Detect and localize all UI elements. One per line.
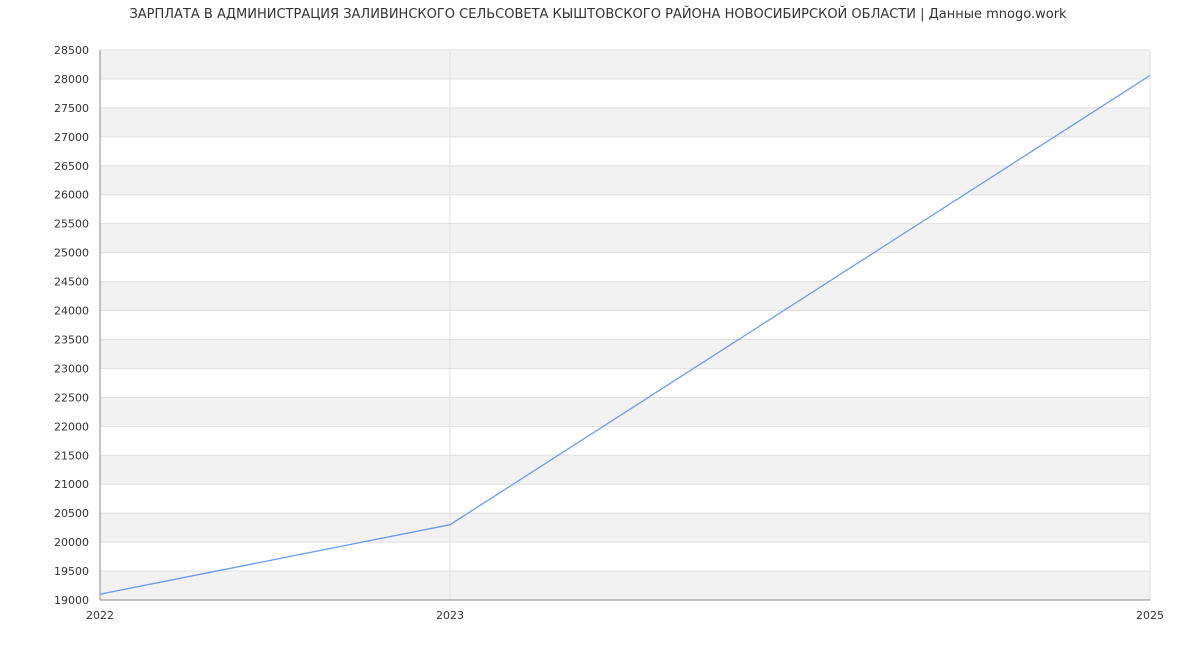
band-10 bbox=[100, 281, 1150, 311]
y-tick-label-17: 27500 bbox=[54, 102, 89, 115]
band-2 bbox=[100, 513, 1150, 543]
y-tick-label-19: 28500 bbox=[54, 44, 89, 57]
y-tick-label-9: 23500 bbox=[54, 333, 89, 346]
y-tick-label-5: 21500 bbox=[54, 449, 89, 462]
band-18 bbox=[100, 50, 1150, 79]
y-tick-label-18: 28000 bbox=[54, 73, 89, 86]
y-tick-label-3: 20500 bbox=[54, 507, 89, 520]
y-axis-tick-labels: 19000 19500 20000 20500 21000 21500 22000 22500… bbox=[54, 44, 89, 607]
x-tick-label-2: 2025 bbox=[1136, 609, 1164, 622]
x-tick-label-1: 2023 bbox=[436, 609, 464, 622]
chart-title: ЗАРПЛАТА В АДМИНИСТРАЦИЯ ЗАЛИВИНСКОГО СЕ… bbox=[129, 6, 1067, 22]
y-tick-label-7: 22500 bbox=[54, 391, 89, 404]
band-8 bbox=[100, 339, 1150, 369]
y-tick-label-6: 22000 bbox=[54, 420, 89, 433]
y-tick-label-2: 20000 bbox=[54, 536, 89, 549]
band-0 bbox=[100, 571, 1150, 600]
band-4 bbox=[100, 455, 1150, 485]
y-tick-label-16: 27000 bbox=[54, 131, 89, 144]
y-tick-label-1: 19500 bbox=[54, 565, 89, 578]
band-12 bbox=[100, 223, 1150, 253]
x-tick-label-0: 2022 bbox=[86, 609, 114, 622]
background-bands bbox=[100, 50, 1150, 600]
y-tick-label-15: 26500 bbox=[54, 160, 89, 173]
y-tick-label-10: 24000 bbox=[54, 305, 89, 318]
salary-line-chart: ЗАРПЛАТА В АДМИНИСТРАЦИЯ ЗАЛИВИНСКОГО СЕ… bbox=[54, 6, 1164, 622]
y-tick-label-12: 25000 bbox=[54, 247, 89, 260]
y-tick-label-4: 21000 bbox=[54, 478, 89, 491]
band-14 bbox=[100, 165, 1150, 195]
y-tick-label-13: 25500 bbox=[54, 218, 89, 231]
y-tick-label-0: 19000 bbox=[54, 594, 89, 607]
x-axis-tick-labels: 2022 2023 2025 bbox=[86, 609, 1164, 622]
y-tick-label-11: 24500 bbox=[54, 276, 89, 289]
y-tick-label-8: 23000 bbox=[54, 362, 89, 375]
y-tick-label-14: 26000 bbox=[54, 189, 89, 202]
band-16 bbox=[100, 107, 1150, 137]
